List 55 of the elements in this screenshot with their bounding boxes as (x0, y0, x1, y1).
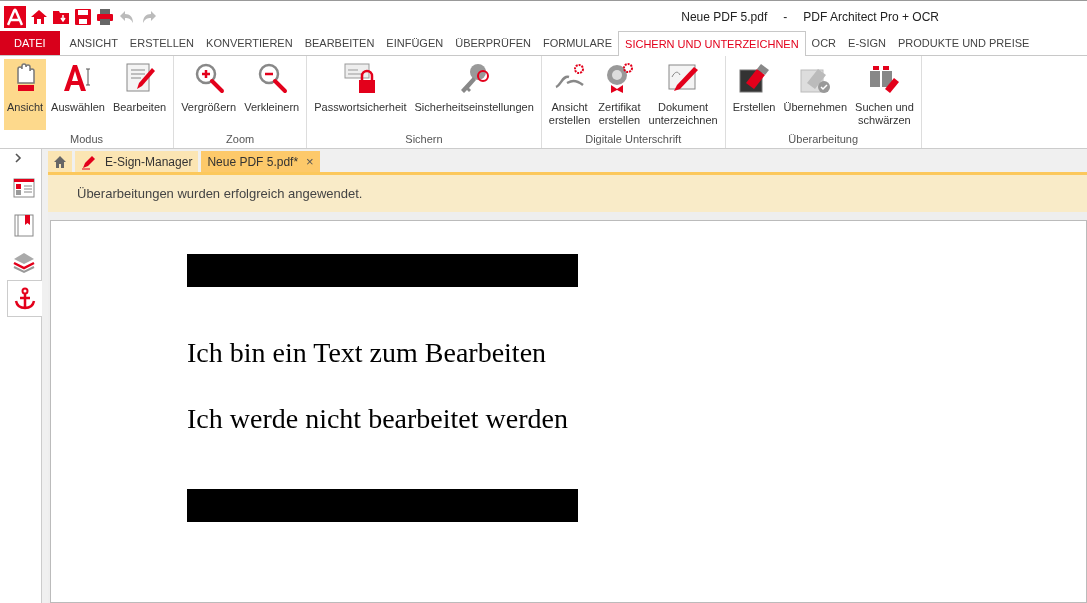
file-menu-tab[interactable]: DATEI (0, 31, 60, 55)
app-logo[interactable] (4, 5, 26, 28)
ribbon-tab[interactable]: KONVERTIEREN (200, 31, 299, 55)
print-icon[interactable] (96, 7, 114, 26)
app-title: PDF Architect Pro + OCR (803, 8, 939, 26)
document-text: Ich werde nicht bearbeitet werden (187, 402, 568, 436)
group-label: Digitale Unterschrift (584, 132, 683, 147)
ribbon-button[interactable]: Suchen und schwärzen (852, 59, 917, 130)
ribbon-button[interactable]: Sicherheitseinstellungen (411, 59, 537, 130)
ribbon-button[interactable]: Ansicht (4, 59, 47, 130)
ribbon-button[interactable]: Passwortsicherheit (311, 59, 410, 130)
document-tab[interactable]: E-Sign-Manager (75, 151, 199, 172)
close-button[interactable]: × (306, 155, 314, 168)
ribbon-tab[interactable]: PRODUKTE UND PREISE (891, 31, 1036, 55)
home-icon[interactable] (30, 7, 48, 26)
group-label: Überarbeitung (787, 132, 860, 147)
tab-label: E-Sign-Manager (105, 153, 193, 171)
group-label: Sichern (404, 132, 444, 147)
ribbon-tab[interactable]: ANSICHT (63, 31, 124, 55)
ribbon-tab[interactable]: OCR (805, 31, 843, 55)
ribbon-tab[interactable]: BEARBEITEN (298, 31, 381, 55)
ribbon-button[interactable]: Erstellen (729, 59, 779, 130)
password-lock-icon (343, 61, 378, 95)
document-title: Neue PDF 5.pdf (681, 8, 768, 26)
ribbon-button[interactable]: Zertifikat erstellen (595, 59, 644, 130)
ribbon-tab[interactable]: ÜBERPRÜFEN (449, 31, 537, 55)
ribbon-tab[interactable]: FORMULARE (537, 31, 619, 55)
save-icon[interactable] (74, 7, 92, 26)
expand-chevron-icon[interactable] (14, 153, 22, 163)
group-label: Modus (69, 132, 105, 147)
title-separator: - (783, 8, 788, 26)
notification-bar: Überarbeitungen wurden erfolgreich angewendet. (48, 175, 1087, 212)
group-label: Zoom (225, 132, 256, 147)
page-panel-icon (12, 175, 36, 200)
ribbon-button[interactable]: Dokument unterzeichnen (645, 59, 721, 130)
ribbon-tab[interactable]: EINFÜGEN (380, 31, 450, 55)
tab-label: Neue PDF 5.pdf* (207, 153, 299, 171)
ribbon-button[interactable]: Vergrößern (178, 59, 240, 130)
document-text: Ich bin ein Text zum Bearbeiten (187, 336, 547, 370)
ribbon-tab[interactable]: E-SIGN (842, 31, 892, 55)
anchor-icon (13, 286, 37, 311)
ribbon-button[interactable]: Auswählen (48, 59, 108, 130)
ribbon-tab[interactable]: ERSTELLEN (123, 31, 201, 55)
sidebar-tab[interactable] (7, 280, 42, 317)
ribbon-button[interactable]: Bearbeiten (109, 59, 170, 130)
ribbon-tab[interactable]: SICHERN UND UNTERZEICHNEN (618, 31, 806, 56)
ribbon-button[interactable]: Verkleinern (241, 59, 303, 130)
eraser-icon (737, 61, 772, 95)
ribbon-button[interactable]: Übernehmen (780, 59, 851, 130)
home-tab[interactable] (48, 151, 72, 172)
pen-icon (81, 153, 97, 170)
home-icon (53, 154, 67, 169)
bookmark-icon (12, 212, 36, 237)
document-tab[interactable]: Neue PDF 5.pdf* × (201, 151, 320, 172)
ribbon-button[interactable]: Ansicht erstellen (545, 59, 594, 130)
